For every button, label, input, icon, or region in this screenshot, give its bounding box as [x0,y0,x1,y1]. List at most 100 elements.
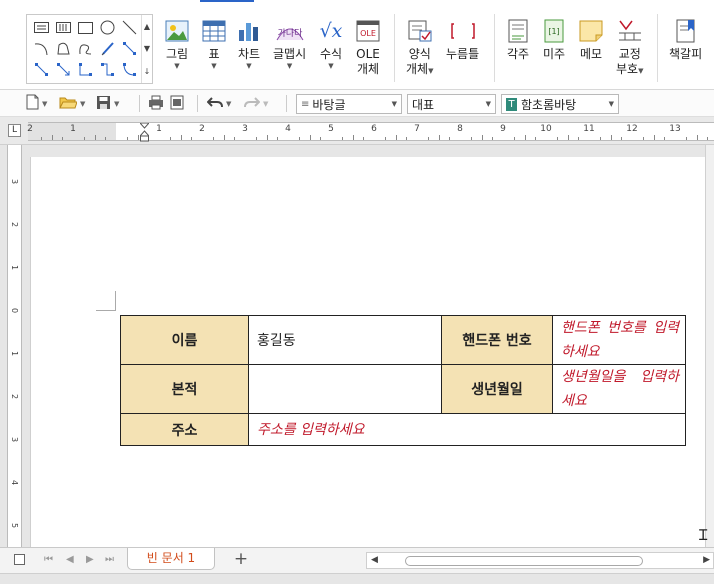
tab-type-selector[interactable]: L [8,124,21,137]
wordart-label: 글맵시 [273,47,307,61]
arc-shape-icon[interactable] [30,38,52,59]
scrollbar-thumb[interactable] [405,556,643,566]
insert-footnote-button[interactable]: 각주 [505,18,531,62]
ruler-tick-label: 2 [199,124,205,134]
save-button[interactable]: ▼ [96,95,119,112]
vertical-scrollbar[interactable] [705,145,714,547]
insert-table-button[interactable]: 표 ▼ [201,18,227,70]
horizontal-scrollbar[interactable]: ◀ ▶ [366,552,714,569]
address-hint-cell[interactable]: 주소를 입력하세요 [248,413,686,446]
text-box-shape-icon[interactable] [30,17,52,38]
new-document-button[interactable]: ▼ [26,94,47,112]
scroll-right-icon[interactable]: ▶ [703,555,710,565]
ruler-tick-label: 7 [414,124,420,134]
polygon-shape-icon[interactable] [52,38,74,59]
dropdown-arrow-icon[interactable]: ▼ [428,67,433,75]
name-label-cell[interactable]: 이름 [120,315,249,365]
dropdown-arrow-icon[interactable]: ▼ [211,62,216,70]
prev-tab-button[interactable]: ◀ [66,554,74,565]
insert-bookmark-button[interactable]: 책갈피 [669,18,702,62]
vertical-text-box-shape-icon[interactable] [52,17,74,38]
insert-memo-button[interactable]: 메모 [578,18,604,62]
horizontal-ruler[interactable]: 2 1 1 2 3 4 5 6 7 8 9 10 11 12 13 [27,122,714,142]
ruler-tick-label: 5 [328,124,334,134]
ruler-minor-tick [513,137,515,140]
insert-wordart-button[interactable]: 가나다 글맵시 ▼ [273,18,306,70]
address-label-cell[interactable]: 주소 [120,413,249,446]
chevron-down-icon[interactable]: ▼ [486,100,491,108]
birthdate-hint-cell[interactable]: 생년월일을 입력하세요 [552,364,686,414]
connector-elbow-icon[interactable] [74,59,96,80]
redo-button[interactable]: ▼ [244,95,268,112]
origin-value-cell[interactable] [248,364,442,414]
form-object-label-2: 개체▼ [406,62,434,76]
scroll-left-icon[interactable]: ◀ [371,555,378,565]
vertical-ruler[interactable]: 3 2 1 0 1 2 3 4 5 [7,145,22,547]
insert-click-field-button[interactable]: 누름틀 [446,18,479,62]
page-view-icon[interactable] [14,554,25,568]
quick-toolbar: ▼ ▼ ▼ ▼ ▼ ≡ 바탕글 ▼ 대표 ▼ T 함초롬바탕 ▼ [0,90,714,117]
chevron-down-icon[interactable]: ▼ [144,44,150,53]
connector-line-icon[interactable] [118,38,140,59]
page-margin-corner-mark [96,291,116,311]
vertical-ruler-tick-label: 2 [10,394,19,400]
print-button[interactable] [148,95,164,112]
insert-picture-button[interactable]: 그림 ▼ [164,18,190,70]
chevron-down-icon[interactable]: ▼ [392,100,397,108]
name-value-cell[interactable]: 홍길동 [248,315,442,365]
origin-label-cell[interactable]: 본적 [120,364,249,414]
proofreading-label-2: 부호▼ [616,62,644,76]
chevron-down-icon[interactable]: ▼ [609,100,614,108]
expand-gallery-icon[interactable]: ↓ [144,67,151,76]
gallery-scrollbar[interactable]: ▲ ▼ ↓ [141,15,152,83]
birthdate-label-cell[interactable]: 생년월일 [441,364,553,414]
first-tab-button[interactable]: ⏮ [44,554,53,565]
font-combo[interactable]: T 함초롬바탕 ▼ [501,94,619,114]
open-document-button[interactable]: ▼ [59,95,85,112]
dropdown-arrow-icon[interactable]: ▼ [80,100,85,108]
document-tab[interactable]: 빈 문서 1 [127,548,215,570]
insert-form-object-button[interactable]: 양식 개체▼ [406,18,433,77]
indent-marker[interactable] [138,122,151,142]
dropdown-arrow-icon[interactable]: ▼ [246,62,251,70]
table-icon [201,18,227,44]
shapes-gallery[interactable]: ▲ ▼ ↓ [26,14,153,84]
style-combo-value: 바탕글 [312,97,346,112]
dropdown-arrow-icon[interactable]: ▼ [42,100,47,108]
connector-arrow-icon[interactable] [52,59,74,80]
insert-ole-object-button[interactable]: OLE OLE 개체 [355,18,381,77]
dropdown-arrow-icon[interactable]: ▼ [114,100,119,108]
insert-endnote-button[interactable]: [1] 미주 [541,18,567,62]
chevron-up-icon[interactable]: ▲ [144,22,150,31]
dropdown-arrow-icon[interactable]: ▼ [174,62,179,70]
freehand-pen-icon[interactable] [96,38,118,59]
dropdown-arrow-icon[interactable]: ▼ [226,100,231,108]
proofreading-marks-button[interactable]: 교정 부호▼ [616,18,643,77]
ellipse-shape-icon[interactable] [96,17,118,38]
phone-label-cell[interactable]: 핸드폰 번호 [441,315,553,365]
last-tab-button[interactable]: ⏭ [105,554,114,565]
rectangle-shape-icon[interactable] [74,17,96,38]
line-shape-icon[interactable] [118,17,140,38]
dropdown-arrow-icon[interactable]: ▼ [328,62,333,70]
next-tab-button[interactable]: ▶ [86,554,94,565]
table-row: 주소 주소를 입력하세요 [120,413,686,446]
dropdown-arrow-icon[interactable]: ▼ [287,62,292,70]
dropdown-arrow-icon[interactable]: ▼ [638,67,643,75]
insert-formula-button[interactable]: √x 수식 ▼ [318,18,344,70]
undo-button[interactable]: ▼ [206,95,231,112]
insert-chart-button[interactable]: 차트 ▼ [236,18,262,70]
connector-elbow-arrow-icon[interactable] [96,59,118,80]
connector-straight-icon[interactable] [30,59,52,80]
ole-icon-text: OLE [360,29,376,38]
outline-level-combo[interactable]: 대표 ▼ [407,94,496,114]
dropdown-arrow-icon[interactable]: ▼ [263,100,268,108]
print-preview-button[interactable] [170,95,184,112]
ruler-minor-tick [277,137,279,140]
phone-hint-cell[interactable]: 핸드폰 번호를 입력하세요 [552,315,686,365]
style-combo[interactable]: ≡ 바탕글 ▼ [296,94,402,114]
add-tab-button[interactable]: + [228,549,254,569]
table-label: 표 [208,47,220,61]
connector-curve-icon[interactable] [118,59,140,80]
curve-shape-icon[interactable] [74,38,96,59]
